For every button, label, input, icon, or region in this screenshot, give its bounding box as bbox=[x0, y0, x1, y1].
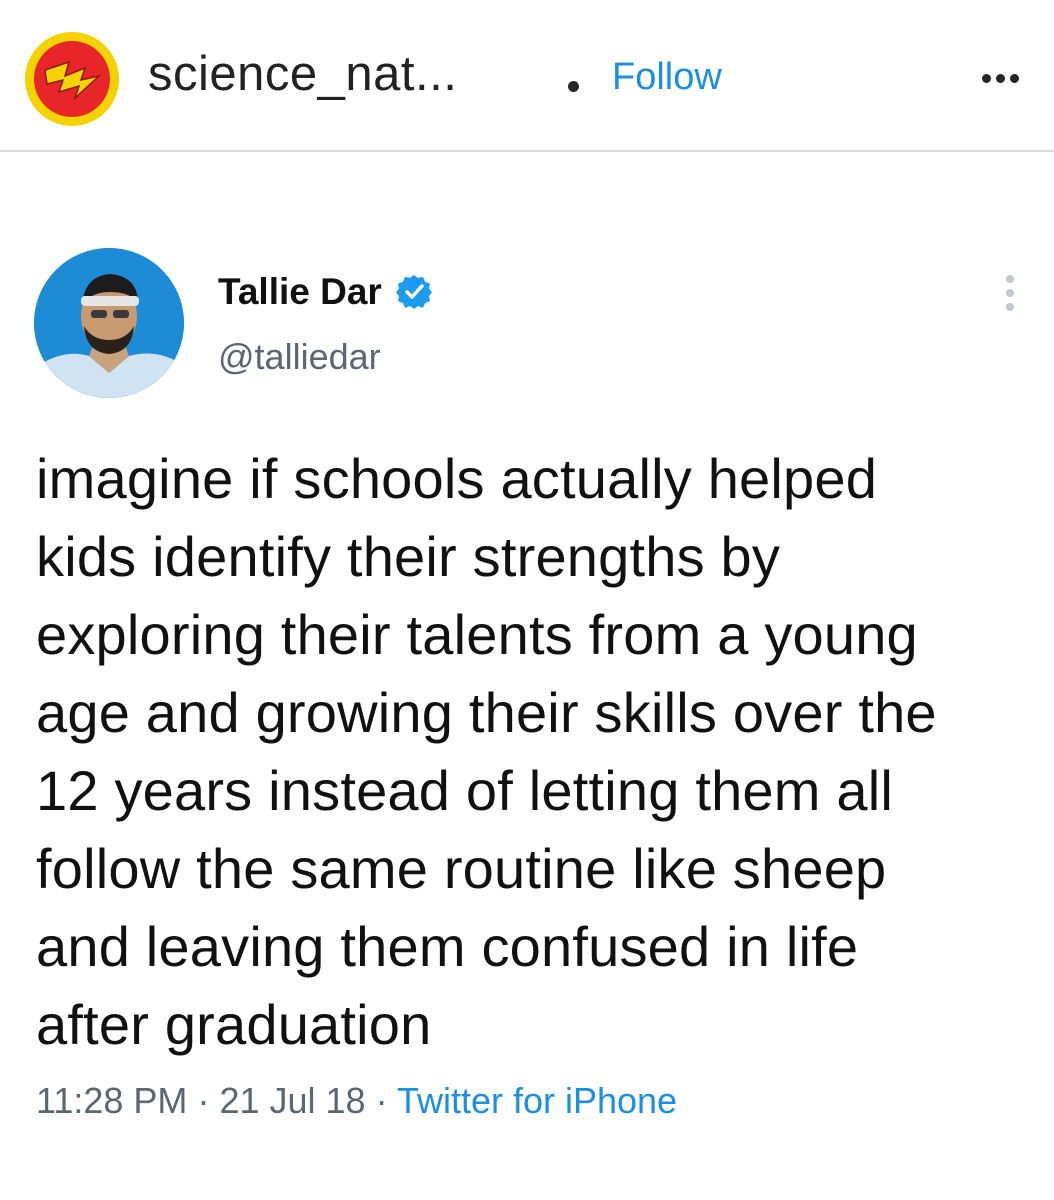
lightning-bolt-logo-icon bbox=[26, 33, 118, 125]
separator-dot bbox=[568, 81, 579, 92]
tweet-author-row: Tallie Dar bbox=[218, 271, 433, 315]
verified-badge-icon bbox=[396, 274, 433, 309]
tweet-author-handle: @talliedar bbox=[218, 336, 381, 377]
more-horizontal-icon[interactable] bbox=[976, 68, 1026, 88]
tweet-text: imagine if schools actually helped kids … bbox=[36, 447, 937, 1056]
account-avatar[interactable] bbox=[25, 32, 119, 126]
tweet-time: 11:28 PM bbox=[36, 1080, 188, 1121]
post-header: science_nat... Follow bbox=[0, 0, 1054, 152]
follow-button[interactable]: Follow bbox=[612, 56, 722, 99]
author-photo-icon bbox=[34, 248, 184, 398]
account-username[interactable]: science_nat... bbox=[148, 46, 457, 102]
more-vertical-icon[interactable] bbox=[1000, 273, 1020, 313]
instagram-post: science_nat... Follow Tallie Dar @tallie… bbox=[0, 0, 1054, 1200]
tweet-author-name: Tallie Dar bbox=[218, 271, 382, 312]
tweet-source-link[interactable]: Twitter for iPhone bbox=[397, 1080, 677, 1121]
meta-separator: · bbox=[197, 1080, 210, 1121]
tweet-meta: 11:28 PM · 21 Jul 18 · Twitter for iPhon… bbox=[36, 1080, 677, 1122]
tweet-author-avatar bbox=[34, 248, 184, 398]
meta-separator: · bbox=[375, 1080, 388, 1121]
tweet-date: 21 Jul 18 bbox=[219, 1080, 366, 1121]
